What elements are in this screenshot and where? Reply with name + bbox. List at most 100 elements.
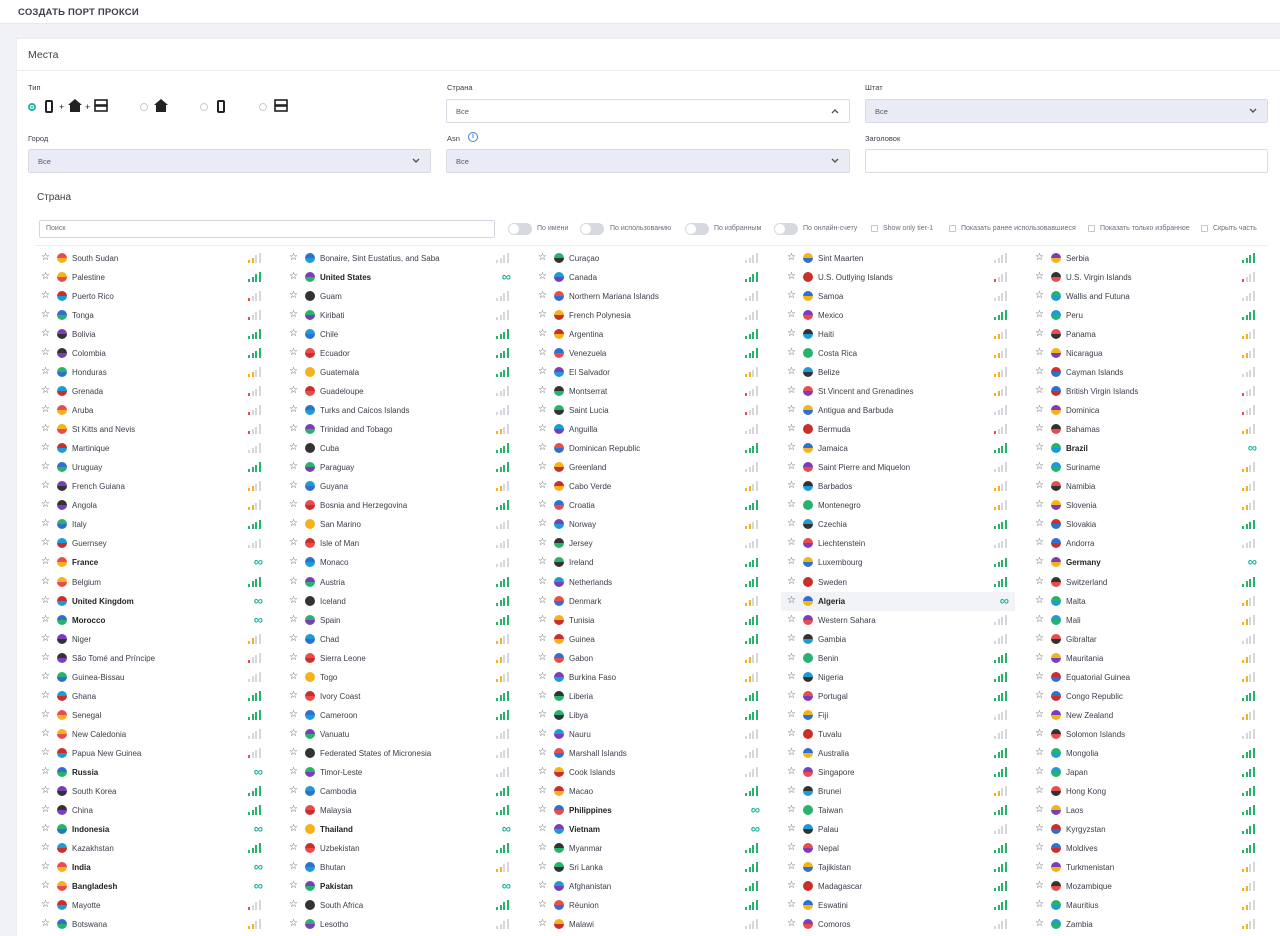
favorite-star-icon[interactable]: ☆ — [538, 252, 547, 264]
country-row[interactable]: ☆ Switzerland — [1029, 573, 1263, 592]
favorite-star-icon[interactable]: ☆ — [41, 423, 50, 435]
favorite-star-icon[interactable]: ☆ — [1035, 880, 1044, 892]
country-row[interactable]: ☆ Cameroon — [283, 706, 517, 725]
favorite-star-icon[interactable]: ☆ — [41, 404, 50, 416]
country-row[interactable]: ☆ Laos — [1029, 801, 1263, 820]
favorite-star-icon[interactable]: ☆ — [289, 404, 298, 416]
favorite-star-icon[interactable]: ☆ — [41, 518, 50, 530]
favorite-star-icon[interactable]: ☆ — [787, 709, 796, 721]
country-row[interactable]: ☆ Bhutan — [283, 858, 517, 877]
country-row[interactable]: ☆ Congo Republic — [1029, 687, 1263, 706]
favorite-star-icon[interactable]: ☆ — [538, 614, 547, 626]
country-row[interactable]: ☆ Panama — [1029, 325, 1263, 344]
favorite-star-icon[interactable]: ☆ — [1035, 823, 1044, 835]
favorite-star-icon[interactable]: ☆ — [41, 461, 50, 473]
favorite-star-icon[interactable]: ☆ — [41, 271, 50, 283]
favorite-star-icon[interactable]: ☆ — [289, 423, 298, 435]
favorite-star-icon[interactable]: ☆ — [289, 328, 298, 340]
favorite-star-icon[interactable]: ☆ — [41, 766, 50, 778]
favorite-star-icon[interactable]: ☆ — [538, 537, 547, 549]
favorite-star-icon[interactable]: ☆ — [289, 633, 298, 645]
favorite-star-icon[interactable]: ☆ — [289, 366, 298, 378]
favorite-star-icon[interactable]: ☆ — [787, 442, 796, 454]
country-row[interactable]: ☆ San Marino — [283, 515, 517, 534]
favorite-star-icon[interactable]: ☆ — [538, 366, 547, 378]
favorite-star-icon[interactable]: ☆ — [41, 328, 50, 340]
favorite-star-icon[interactable]: ☆ — [1035, 842, 1044, 854]
favorite-star-icon[interactable]: ☆ — [1035, 404, 1044, 416]
country-row[interactable]: ☆ Jersey — [532, 534, 766, 553]
favorite-star-icon[interactable]: ☆ — [41, 385, 50, 397]
favorite-star-icon[interactable]: ☆ — [1035, 537, 1044, 549]
favorite-star-icon[interactable]: ☆ — [787, 290, 796, 302]
favorite-star-icon[interactable]: ☆ — [787, 252, 796, 264]
favorite-star-icon[interactable]: ☆ — [1035, 518, 1044, 530]
country-row[interactable]: ☆ Slovakia — [1029, 515, 1263, 534]
country-row[interactable]: ☆ El Salvador — [532, 363, 766, 382]
country-row[interactable]: ☆ Sweden — [781, 573, 1015, 592]
favorite-star-icon[interactable]: ☆ — [41, 576, 50, 588]
country-row[interactable]: ☆ Namibia — [1029, 477, 1263, 496]
favorite-star-icon[interactable]: ☆ — [1035, 309, 1044, 321]
country-row[interactable]: ☆ Malawi — [532, 915, 766, 934]
favorite-star-icon[interactable]: ☆ — [787, 633, 796, 645]
country-row[interactable]: ☆ China — [35, 801, 269, 820]
country-row[interactable]: ☆ New Zealand — [1029, 706, 1263, 725]
favorite-star-icon[interactable]: ☆ — [538, 633, 547, 645]
country-row[interactable]: ☆ Australia — [781, 744, 1015, 763]
favorite-star-icon[interactable]: ☆ — [538, 404, 547, 416]
favorite-star-icon[interactable]: ☆ — [41, 499, 50, 511]
favorite-star-icon[interactable]: ☆ — [41, 290, 50, 302]
country-row[interactable]: ☆ Hong Kong — [1029, 782, 1263, 801]
favorite-star-icon[interactable]: ☆ — [787, 423, 796, 435]
country-row[interactable]: ☆ Bahamas — [1029, 420, 1263, 439]
country-row[interactable]: ☆ Mali — [1029, 611, 1263, 630]
country-row[interactable]: ☆ Mayotte — [35, 896, 269, 915]
favorite-star-icon[interactable]: ☆ — [538, 576, 547, 588]
favorite-star-icon[interactable]: ☆ — [289, 709, 298, 721]
favorite-star-icon[interactable]: ☆ — [787, 804, 796, 816]
country-row[interactable]: ☆ Macao — [532, 782, 766, 801]
country-row[interactable]: ☆ Andorra — [1029, 534, 1263, 553]
country-row[interactable]: ☆ Liberia — [532, 687, 766, 706]
country-row[interactable]: ☆ Timor-Leste — [283, 763, 517, 782]
favorite-star-icon[interactable]: ☆ — [289, 614, 298, 626]
favorite-star-icon[interactable]: ☆ — [289, 499, 298, 511]
country-row[interactable]: ☆ Northern Mariana Islands — [532, 287, 766, 306]
country-row[interactable]: ☆ Mauritius — [1029, 896, 1263, 915]
country-row[interactable]: ☆ Curaçao — [532, 249, 766, 268]
favorite-star-icon[interactable]: ☆ — [1035, 556, 1044, 568]
favorite-star-icon[interactable]: ☆ — [787, 728, 796, 740]
favorite-star-icon[interactable]: ☆ — [289, 690, 298, 702]
favorite-star-icon[interactable]: ☆ — [289, 556, 298, 568]
country-row[interactable]: ☆ Isle of Man — [283, 534, 517, 553]
country-row[interactable]: ☆ Kyrgyzstan — [1029, 820, 1263, 839]
favorite-star-icon[interactable]: ☆ — [787, 690, 796, 702]
country-row[interactable]: ☆ Netherlands — [532, 573, 766, 592]
favorite-star-icon[interactable]: ☆ — [1035, 366, 1044, 378]
favorite-star-icon[interactable]: ☆ — [41, 728, 50, 740]
country-row[interactable]: ☆ Samoa — [781, 287, 1015, 306]
favorite-star-icon[interactable]: ☆ — [41, 880, 50, 892]
country-row[interactable]: ☆ Guyana — [283, 477, 517, 496]
country-row[interactable]: ☆ Dominican Republic — [532, 439, 766, 458]
country-row[interactable]: ☆ Mauritania — [1029, 649, 1263, 668]
favorite-star-icon[interactable]: ☆ — [538, 499, 547, 511]
country-row[interactable]: ☆ Spain — [283, 611, 517, 630]
favorite-star-icon[interactable]: ☆ — [538, 842, 547, 854]
favorite-star-icon[interactable]: ☆ — [1035, 633, 1044, 645]
country-row[interactable]: ☆ Cuba — [283, 439, 517, 458]
country-row[interactable]: ☆ Saint Pierre and Miquelon — [781, 458, 1015, 477]
country-row[interactable]: ☆ Saint Lucia — [532, 401, 766, 420]
country-row[interactable]: ☆ Bangladesh ∞ — [35, 877, 269, 896]
country-row[interactable]: ☆ Bosnia and Herzegovina — [283, 496, 517, 515]
favorite-star-icon[interactable]: ☆ — [289, 880, 298, 892]
country-row[interactable]: ☆ Niger — [35, 630, 269, 649]
country-row[interactable]: ☆ Trinidad and Tobago — [283, 420, 517, 439]
country-row[interactable]: ☆ Solomon Islands — [1029, 725, 1263, 744]
favorite-star-icon[interactable]: ☆ — [41, 918, 50, 930]
favorite-star-icon[interactable]: ☆ — [787, 461, 796, 473]
favorite-star-icon[interactable]: ☆ — [538, 804, 547, 816]
favorite-star-icon[interactable]: ☆ — [41, 614, 50, 626]
favorite-star-icon[interactable]: ☆ — [787, 385, 796, 397]
